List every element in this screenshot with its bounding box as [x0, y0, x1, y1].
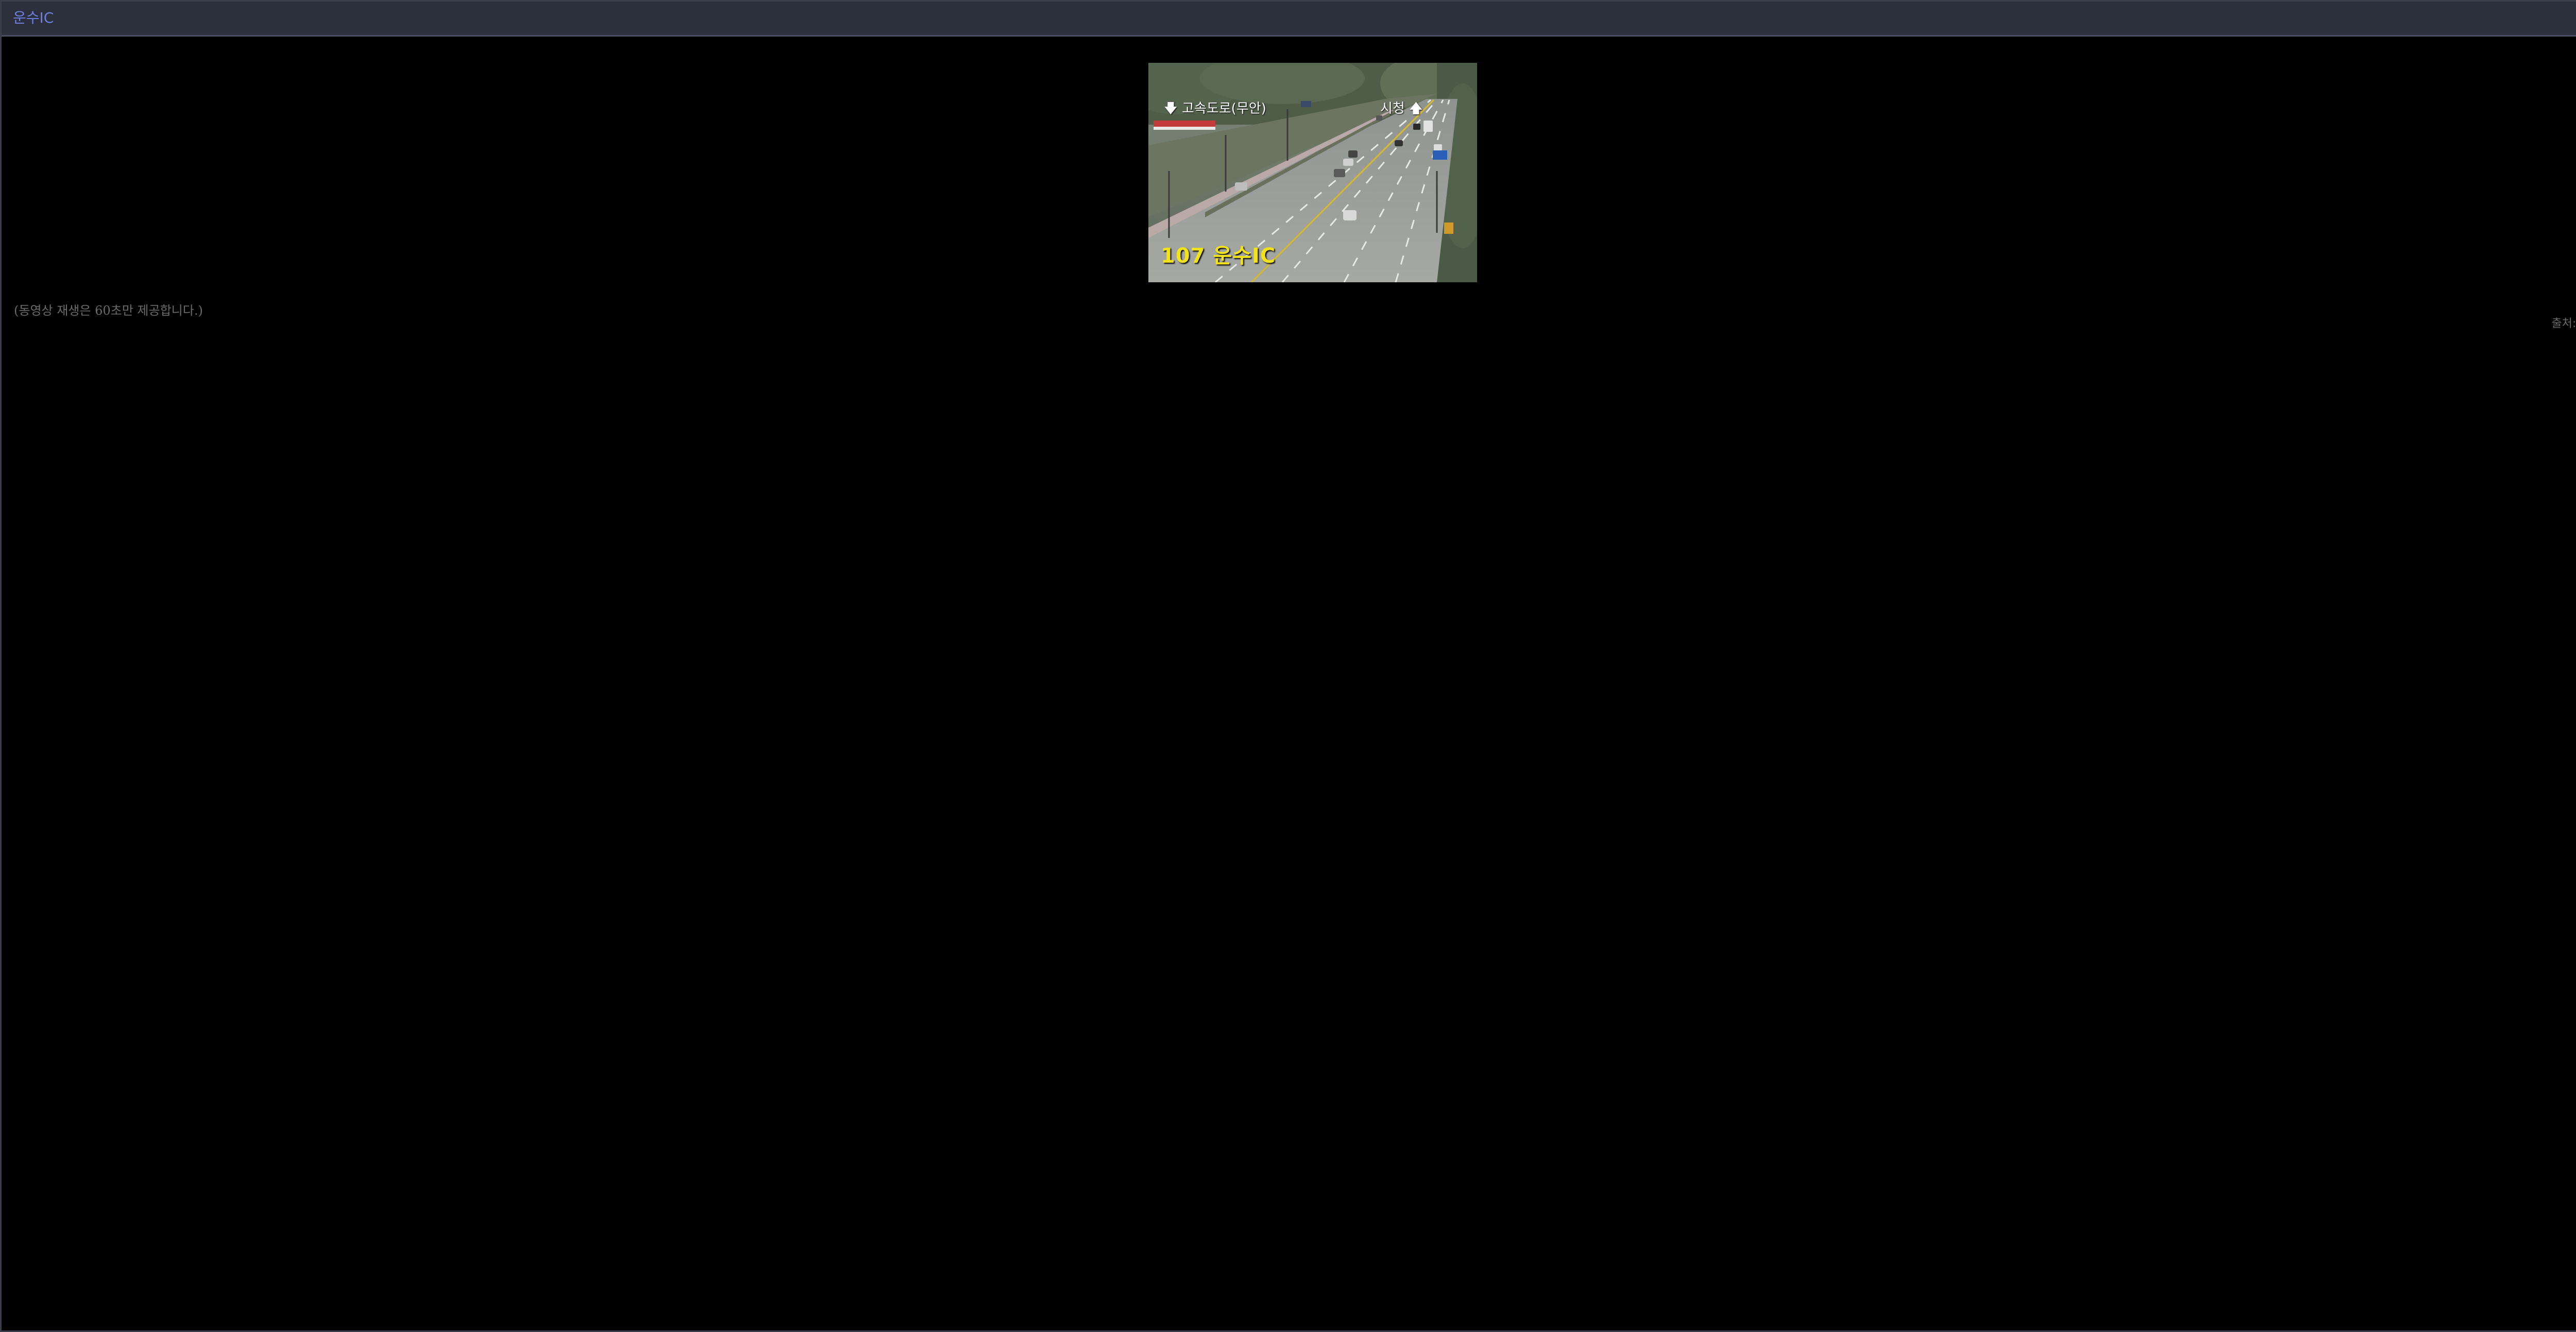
cctv-popup-window: 운수IC 🡇 고속도로(무안) 시청 🡅 107 운수IC (동영상 재생은 6…	[0, 0, 2576, 1332]
arrow-up-icon: 🡅	[1409, 101, 1423, 116]
arrow-down-icon: 🡇	[1164, 101, 1178, 116]
direction-right-label: 시청 🡅	[1380, 101, 1423, 116]
direction-left-label: 🡇 고속도로(무안)	[1164, 101, 1266, 116]
titlebar: 운수IC	[2, 2, 2576, 37]
window-title: 운수IC	[13, 9, 54, 26]
cctv-video[interactable]: 🡇 고속도로(무안) 시청 🡅 107 운수IC	[1148, 63, 1477, 282]
source-credit: 출처:광역시	[2551, 317, 2576, 330]
playback-notice: (동영상 재생은 60초만 제공합니다.)	[14, 303, 203, 318]
station-label: 107 운수IC	[1161, 244, 1276, 268]
